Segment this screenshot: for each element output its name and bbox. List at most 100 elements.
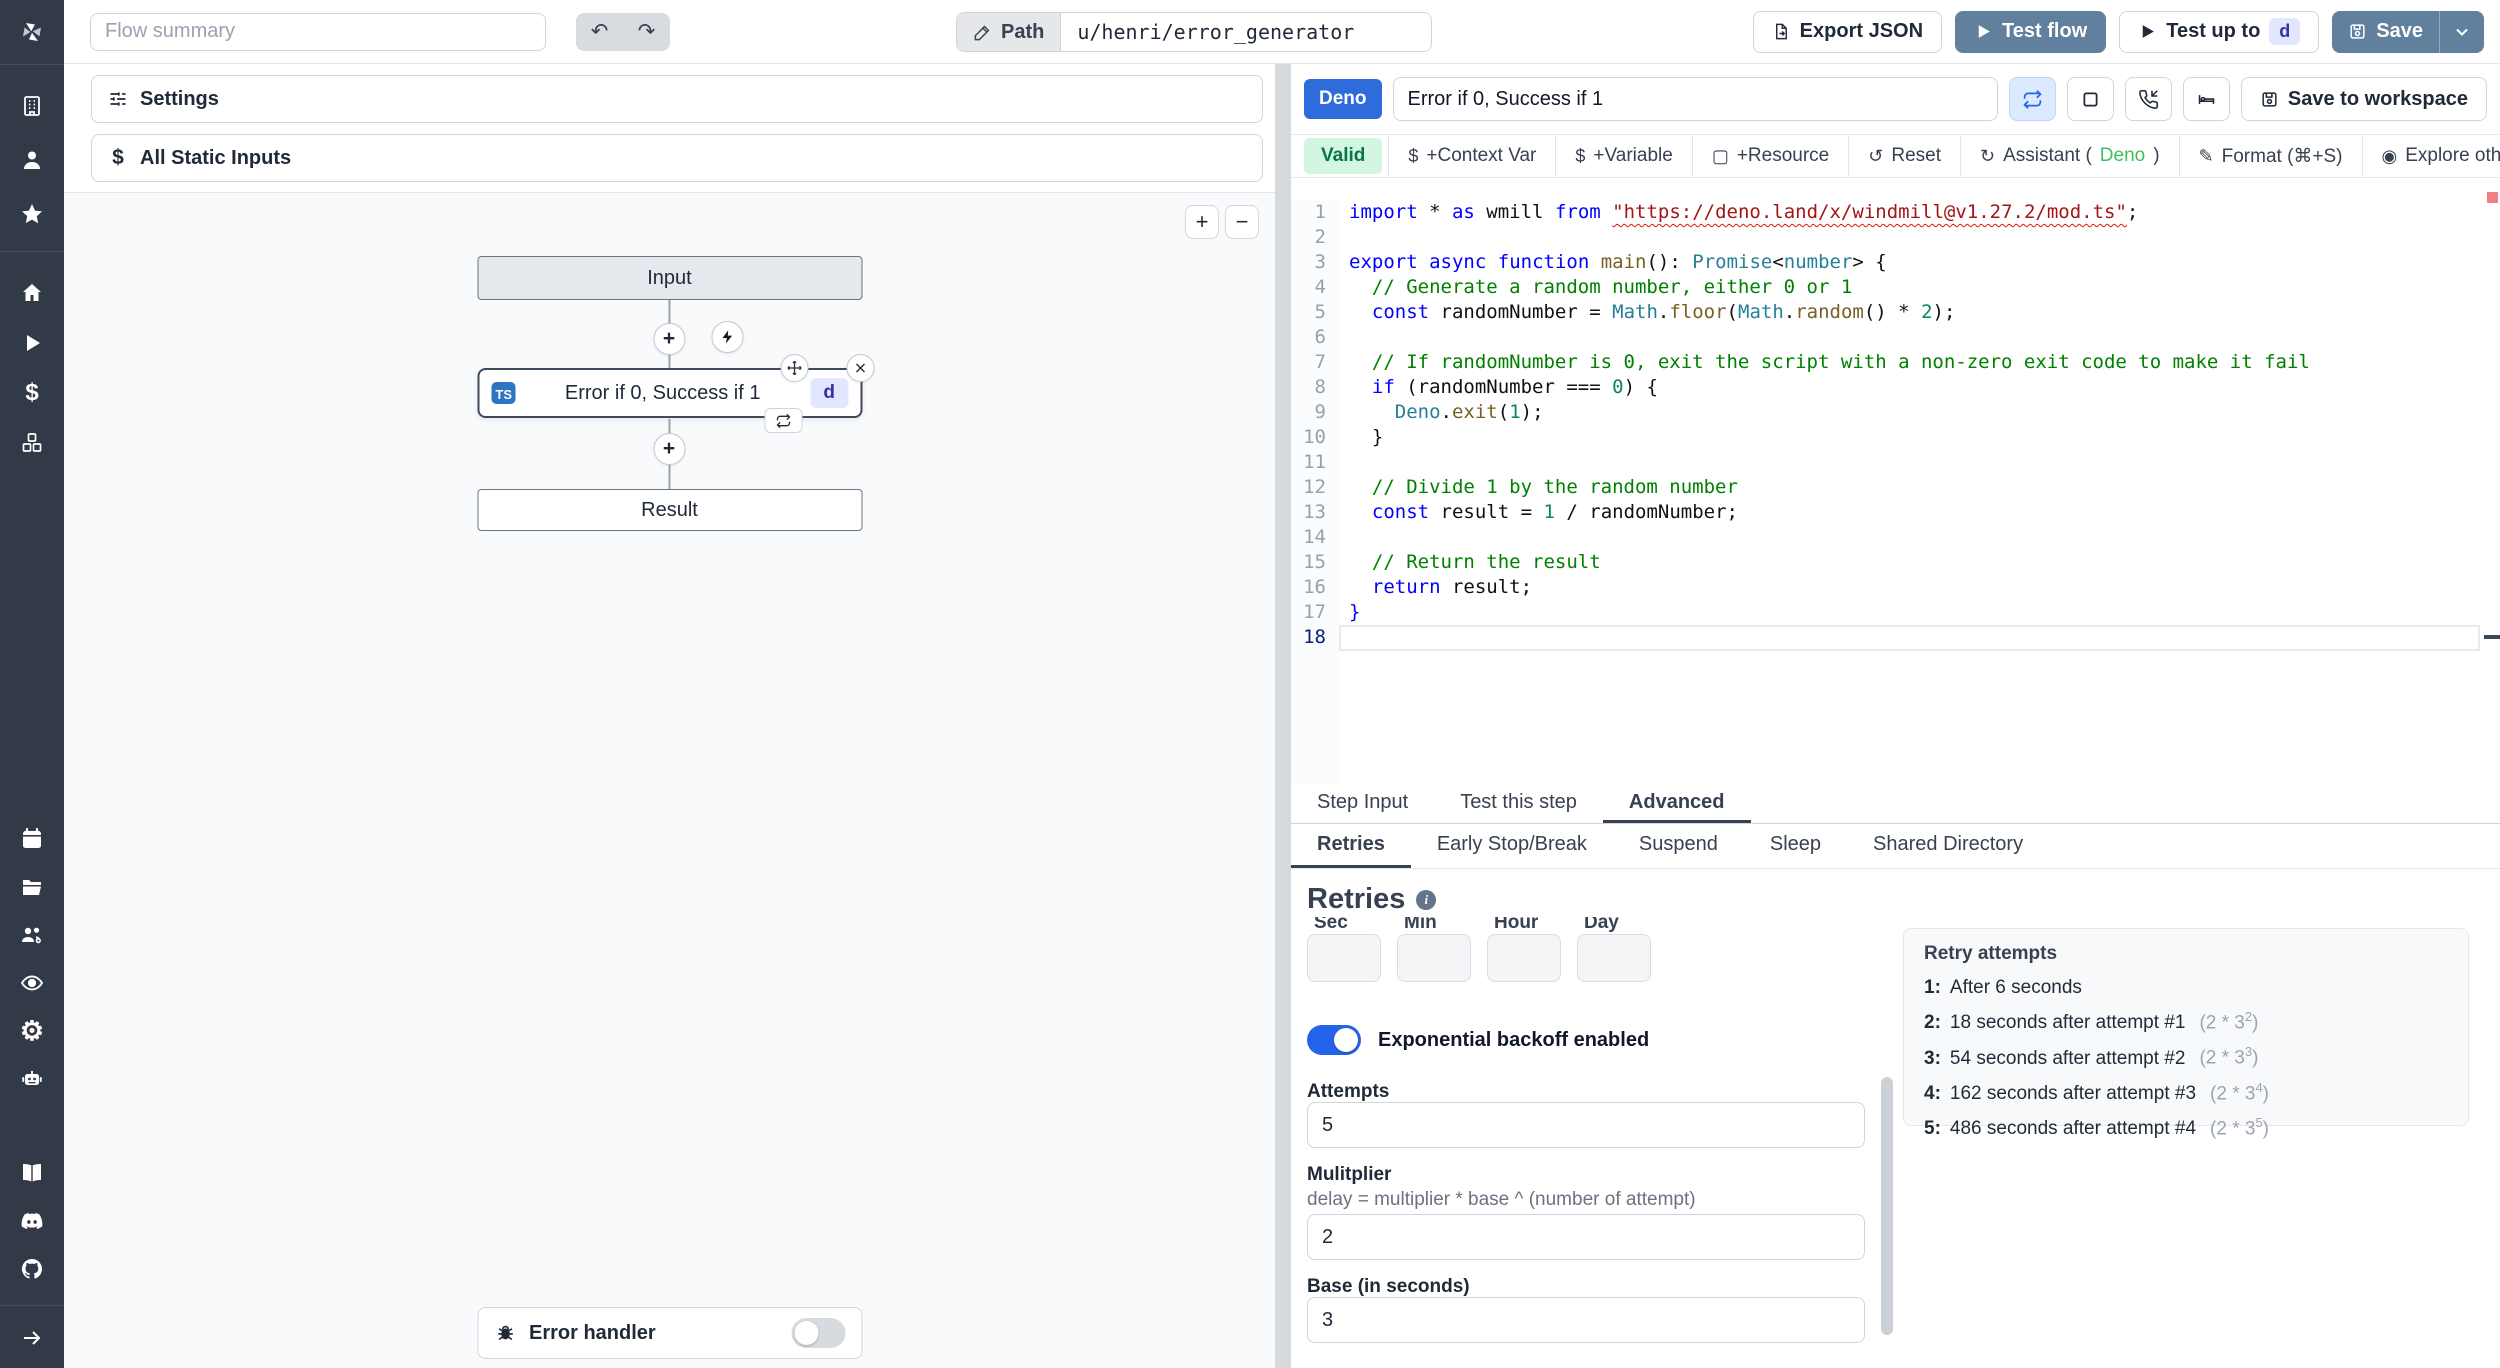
- settings-gear-icon[interactable]: ⚙: [0, 1007, 64, 1055]
- bolt-icon: [722, 330, 732, 344]
- editor-toolbar-buttons: $ +Context Var $ +Variable ▢ +Resource ↺ Reset ↻…: [1388, 135, 2500, 177]
- dollar-icon: $: [112, 146, 124, 169]
- delete-step-button[interactable]: [846, 354, 874, 382]
- error-handler-row[interactable]: Error handler: [477, 1307, 862, 1359]
- toolbar-reset-button[interactable]: ↺ Reset: [1849, 135, 1960, 177]
- min-input[interactable]: [1397, 934, 1471, 982]
- home-icon[interactable]: [0, 268, 64, 318]
- redo-button[interactable]: ↷: [623, 13, 670, 51]
- overview-ruler: [2484, 178, 2500, 784]
- info-icon[interactable]: i: [1416, 889, 1437, 910]
- variables-dollar-icon[interactable]: $: [0, 368, 64, 418]
- subtab-shared-directory[interactable]: Shared Directory: [1847, 824, 2049, 868]
- language-badge: Deno: [1304, 79, 1382, 119]
- windmill-logo-icon[interactable]: [0, 0, 64, 64]
- dollar-icon: $: [1575, 145, 1586, 166]
- day-input[interactable]: [1577, 934, 1651, 982]
- schedules-calendar-icon[interactable]: [0, 815, 64, 863]
- workspace-building-icon[interactable]: [0, 79, 64, 133]
- add-step-button[interactable]: +: [653, 433, 685, 465]
- file-export-icon: [1775, 23, 1787, 40]
- sleep-button[interactable]: [2182, 77, 2230, 121]
- undo-button[interactable]: ↶: [576, 13, 623, 51]
- test-up-to-button[interactable]: Test up to d: [2119, 10, 2320, 53]
- runs-play-icon[interactable]: [0, 318, 64, 368]
- zoom-in-button[interactable]: +: [1185, 205, 1219, 239]
- toolbar-assistant-button[interactable]: ↻ Assistant (Deno): [1961, 135, 2179, 177]
- bed-icon: [2198, 94, 2215, 104]
- subtab-retries[interactable]: Retries: [1291, 824, 1411, 868]
- code-editor[interactable]: 1 2 3 4 5 6 7 8 9 10 11 12 13 14 15 16 17 18 import * as …: [1291, 178, 2500, 784]
- subtab-sleep[interactable]: Sleep: [1744, 824, 1847, 868]
- dollar-icon: $: [1408, 145, 1419, 166]
- groups-users-icon[interactable]: [0, 911, 64, 959]
- test-flow-button[interactable]: Test flow: [1955, 10, 2107, 53]
- retry-indicator-button[interactable]: [764, 408, 802, 433]
- subtab-suspend[interactable]: Suspend: [1613, 824, 1744, 868]
- editor-toolbar: Valid $ +Context Var $ +Variable ▢ +Resource ↺…: [1291, 134, 2500, 178]
- exponential-backoff-toggle[interactable]: [1307, 1025, 1361, 1055]
- zoom-out-button[interactable]: −: [1225, 205, 1259, 239]
- audit-eye-icon[interactable]: [0, 959, 64, 1007]
- step-panel: Deno Save to: [1291, 64, 2500, 1368]
- favorites-star-icon[interactable]: [0, 187, 64, 241]
- resources-boxes-icon[interactable]: [0, 418, 64, 468]
- move-step-handle[interactable]: [780, 354, 808, 382]
- multiplier-input[interactable]: [1307, 1214, 1865, 1260]
- panel-splitter[interactable]: [1275, 64, 1291, 1368]
- expand-arrow-right-icon[interactable]: [0, 1314, 64, 1362]
- trigger-bolt-button[interactable]: [711, 321, 743, 353]
- square-icon: [2083, 92, 2098, 106]
- docs-book-icon[interactable]: [0, 1149, 64, 1197]
- scrollbar[interactable]: [1881, 1077, 1893, 1335]
- save-to-workspace-button[interactable]: Save to workspace: [2240, 77, 2487, 121]
- format-icon: ✎: [2198, 145, 2214, 166]
- github-icon[interactable]: [0, 1245, 64, 1293]
- export-json-button[interactable]: Export JSON: [1752, 10, 1943, 53]
- step-name-input[interactable]: [1392, 77, 1998, 121]
- sidebar-divider: [0, 251, 64, 252]
- error-handler-toggle[interactable]: [791, 1318, 845, 1348]
- flow-summary-input[interactable]: [90, 12, 546, 51]
- retry-attempt-item: 4: 162 seconds after attempt #3 (2 * 34): [1924, 1079, 2269, 1104]
- base-input[interactable]: [1307, 1297, 1865, 1343]
- tab-step-input[interactable]: Step Input: [1291, 784, 1434, 823]
- retries-toggle-button[interactable]: [2008, 77, 2056, 121]
- step-node-label: Error if 0, Success if 1: [564, 381, 761, 404]
- workers-robot-icon[interactable]: [0, 1055, 64, 1103]
- flow-settings-row[interactable]: Settings: [91, 75, 1263, 123]
- toolbar-resource-button[interactable]: ▢ +Resource: [1693, 135, 1848, 177]
- suspend-button[interactable]: [2124, 77, 2172, 121]
- attempts-input[interactable]: [1307, 1102, 1865, 1148]
- stop-early-button[interactable]: [2066, 77, 2114, 121]
- tab-test-this-step[interactable]: Test this step: [1434, 784, 1603, 823]
- toolbar-context-var-button[interactable]: $ +Context Var: [1389, 135, 1555, 177]
- save-floppy-icon: [2350, 24, 2365, 39]
- toolbar-explore-button[interactable]: ◉Explore other s: [2363, 135, 2500, 177]
- save-dropdown-button[interactable]: [2440, 11, 2484, 53]
- editor-code-area[interactable]: import * as wmill from "https://deno.lan…: [1339, 200, 2500, 784]
- path-input[interactable]: [1061, 13, 1432, 51]
- topbar: ↶ ↷ Path Export JSON Test flow: [64, 0, 2500, 64]
- toolbar-format-button[interactable]: ✎ Format (⌘+S): [2180, 135, 2362, 177]
- flow-canvas[interactable]: + − Input + TS Error if 0, Success if 1 …: [64, 192, 1275, 1368]
- folders-icon[interactable]: [0, 863, 64, 911]
- valid-badge: Valid: [1304, 138, 1383, 174]
- tab-advanced[interactable]: Advanced: [1602, 784, 1751, 823]
- discord-icon[interactable]: [0, 1197, 64, 1245]
- add-step-button[interactable]: +: [653, 323, 685, 355]
- toolbar-variable-button[interactable]: $ +Variable: [1556, 135, 1691, 177]
- move-icon: [786, 360, 802, 376]
- step-id-badge: d: [810, 378, 848, 408]
- repeat-icon: [2023, 89, 2042, 109]
- all-static-inputs-row[interactable]: $ All Static Inputs: [91, 134, 1263, 182]
- hour-input[interactable]: [1487, 934, 1561, 982]
- user-icon[interactable]: [0, 133, 64, 187]
- subtab-early-stop[interactable]: Early Stop/Break: [1411, 824, 1613, 868]
- result-node[interactable]: Result: [477, 489, 862, 531]
- sec-input[interactable]: [1307, 934, 1381, 982]
- play-icon: [2142, 25, 2155, 38]
- save-button[interactable]: Save: [2332, 10, 2440, 53]
- path-label: Path: [957, 13, 1062, 51]
- input-node[interactable]: Input: [477, 256, 862, 300]
